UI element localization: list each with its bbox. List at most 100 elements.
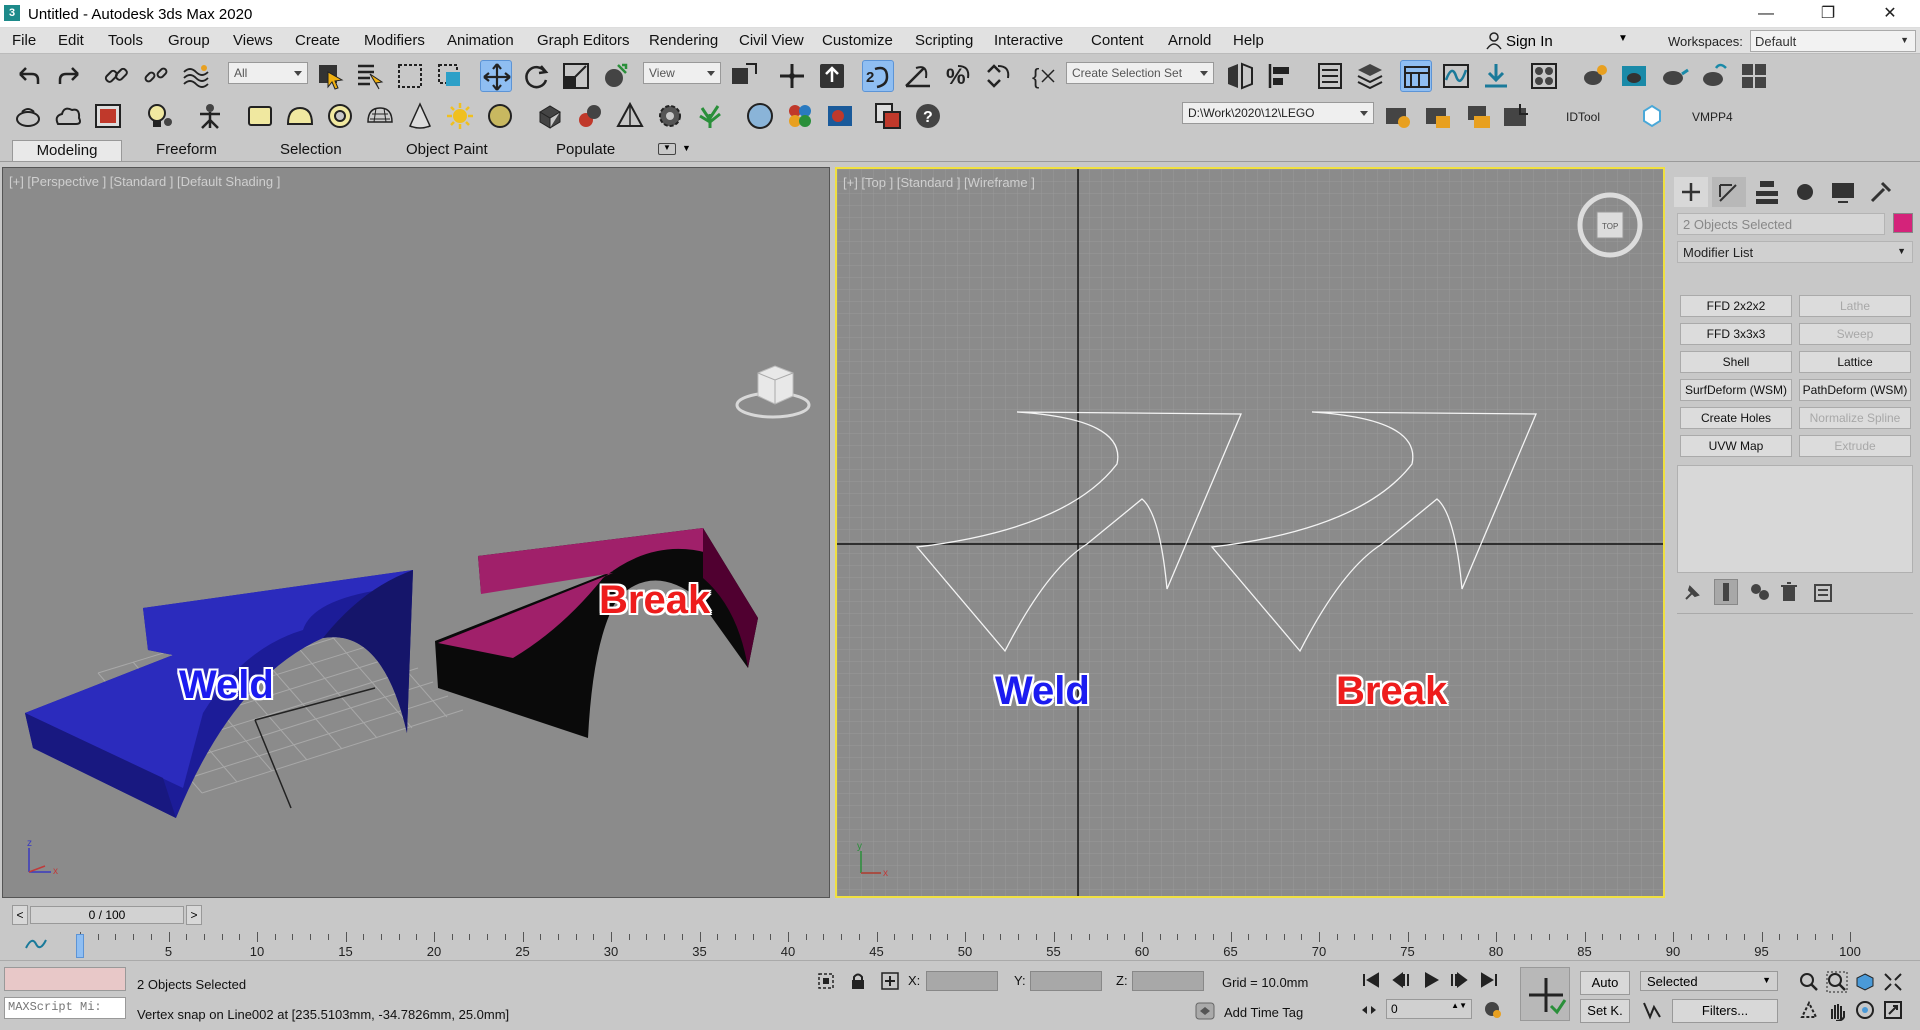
snaps-toggle-button[interactable]: 2 xyxy=(862,60,894,92)
menu-graph-editors[interactable]: Graph Editors xyxy=(537,32,630,49)
sweep-button[interactable]: Sweep xyxy=(1799,323,1911,345)
idtool-label[interactable]: IDTool xyxy=(1566,110,1600,124)
set-key-button[interactable]: Set K. xyxy=(1580,999,1630,1023)
material-editor-button[interactable] xyxy=(1528,60,1560,92)
render-production-button[interactable] xyxy=(1658,60,1690,92)
maxscript-input[interactable]: MAXScript Mi: xyxy=(4,997,126,1019)
maximize-button[interactable]: ❐ xyxy=(1800,0,1856,28)
previous-frame-icon[interactable] xyxy=(1390,971,1412,989)
menu-create[interactable]: Create xyxy=(295,32,340,49)
ffd-2x2x2-button[interactable]: FFD 2x2x2 xyxy=(1680,295,1792,317)
lock-icon[interactable] xyxy=(848,971,868,991)
light-create-button[interactable] xyxy=(144,100,176,132)
menu-content[interactable]: Content xyxy=(1091,32,1144,49)
field-of-view-icon[interactable] xyxy=(1798,999,1820,1021)
project-browse-button[interactable] xyxy=(1500,100,1532,132)
time-tag-icon[interactable] xyxy=(1194,1001,1216,1021)
ffd-3x3x3-button[interactable]: FFD 3x3x3 xyxy=(1680,323,1792,345)
lattice-button[interactable]: Lattice xyxy=(1799,351,1911,373)
set-project-button[interactable] xyxy=(1382,100,1414,132)
x-coord-field[interactable] xyxy=(926,971,998,991)
pan-hand-icon[interactable] xyxy=(1826,999,1848,1021)
menu-animation[interactable]: Animation xyxy=(447,32,514,49)
create-tab[interactable] xyxy=(1674,177,1708,207)
sun-light-button[interactable] xyxy=(444,100,476,132)
viewcube-widget[interactable] xyxy=(735,365,811,419)
vmpp4-label[interactable]: VMPP4 xyxy=(1692,110,1733,124)
select-manipulate-button[interactable] xyxy=(776,60,808,92)
reference-coordinate-dropdown[interactable]: View xyxy=(643,62,721,84)
project-folder-button[interactable] xyxy=(1422,100,1454,132)
tab-populate[interactable]: Populate xyxy=(548,140,623,161)
absolute-mode-icon[interactable] xyxy=(880,971,900,991)
link-button[interactable] xyxy=(100,60,132,92)
hemisphere-create-button[interactable] xyxy=(284,100,316,132)
cloud-create-button[interactable] xyxy=(52,100,84,132)
top-viewport[interactable]: TOP [+] [Top ] [Standard ] [Wireframe ] … xyxy=(835,167,1665,898)
rectangular-selection-button[interactable] xyxy=(394,60,426,92)
key-mode-icon[interactable] xyxy=(1360,1001,1378,1019)
pyramid-create-button[interactable] xyxy=(614,100,646,132)
spinner-snap-button[interactable] xyxy=(982,60,1014,92)
menu-views[interactable]: Views xyxy=(233,32,273,49)
uvw-map-button[interactable]: UVW Map xyxy=(1680,435,1792,457)
close-button[interactable]: ✕ xyxy=(1862,0,1918,28)
display-tab[interactable] xyxy=(1826,177,1860,207)
pill-object-button[interactable] xyxy=(574,100,606,132)
motion-tab[interactable] xyxy=(1788,177,1822,207)
menu-interactive[interactable]: Interactive xyxy=(994,32,1063,49)
select-and-move-button[interactable] xyxy=(480,60,512,92)
show-end-result-button[interactable] xyxy=(1714,579,1738,605)
tab-freeform[interactable]: Freeform xyxy=(148,140,225,161)
foliage-button[interactable] xyxy=(694,100,726,132)
torus-create-button[interactable] xyxy=(324,100,356,132)
menu-modifiers[interactable]: Modifiers xyxy=(364,32,425,49)
bind-space-warp-button[interactable] xyxy=(180,60,212,92)
cone-create-button[interactable] xyxy=(404,100,436,132)
place-button[interactable] xyxy=(600,60,632,92)
tab-selection[interactable]: Selection xyxy=(272,140,350,161)
sphere-create-button[interactable] xyxy=(484,100,516,132)
selection-set-dropdown[interactable]: Create Selection Set xyxy=(1066,62,1214,84)
undo-button[interactable] xyxy=(12,60,44,92)
menu-help[interactable]: Help xyxy=(1233,32,1264,49)
unlink-button[interactable] xyxy=(140,60,172,92)
camera-rig-button[interactable] xyxy=(194,100,226,132)
sign-in-menu[interactable]: Sign In ▼ xyxy=(1486,30,1630,52)
orbit-icon[interactable] xyxy=(1854,999,1876,1021)
lathe-button[interactable]: Lathe xyxy=(1799,295,1911,317)
modifier-list-dropdown[interactable]: Modifier List ▼ xyxy=(1677,241,1913,263)
select-and-scale-button[interactable] xyxy=(560,60,592,92)
ribbon-toggle-button[interactable] xyxy=(1400,60,1432,92)
next-frame-icon[interactable] xyxy=(1448,971,1470,989)
configure-modifier-sets-icon[interactable] xyxy=(1812,581,1836,603)
time-slider[interactable]: 0 / 100 xyxy=(30,906,184,924)
normalize-spline-button[interactable]: Normalize Spline xyxy=(1799,407,1911,429)
help-button[interactable]: ? xyxy=(912,100,944,132)
track-bar[interactable]: 0510152025303540455055606570758085909510… xyxy=(0,932,1920,960)
perspective-viewport[interactable]: [+] [Perspective ] [Standard ] [Default … xyxy=(2,167,830,898)
geosphere-create-button[interactable] xyxy=(364,100,396,132)
maxscript-listener-mini[interactable] xyxy=(4,967,126,991)
menu-edit[interactable]: Edit xyxy=(58,32,84,49)
go-to-start-icon[interactable] xyxy=(1360,971,1382,989)
menu-rendering[interactable]: Rendering xyxy=(649,32,718,49)
multi-material-button[interactable] xyxy=(784,100,816,132)
minimize-button[interactable]: — xyxy=(1738,0,1794,28)
select-object-button[interactable] xyxy=(314,60,346,92)
object-color-swatch[interactable] xyxy=(1893,213,1913,233)
shell-button[interactable]: Shell xyxy=(1680,351,1792,373)
tab-modeling[interactable]: Modeling xyxy=(12,140,122,161)
modifier-stack[interactable] xyxy=(1677,465,1913,573)
extrude-button[interactable]: Extrude xyxy=(1799,435,1911,457)
maximize-viewport-icon[interactable] xyxy=(1882,999,1904,1021)
box-create-button[interactable] xyxy=(244,100,276,132)
select-and-rotate-button[interactable] xyxy=(520,60,552,92)
trash-icon[interactable] xyxy=(1778,581,1800,603)
gear-object-button[interactable] xyxy=(654,100,686,132)
utilities-tab[interactable] xyxy=(1864,177,1898,207)
render-cloud-button[interactable] xyxy=(1698,60,1730,92)
array-button[interactable] xyxy=(534,100,566,132)
time-prev-button[interactable]: < xyxy=(12,905,28,925)
surfdeform-button[interactable]: SurfDeform (WSM) xyxy=(1680,379,1792,401)
